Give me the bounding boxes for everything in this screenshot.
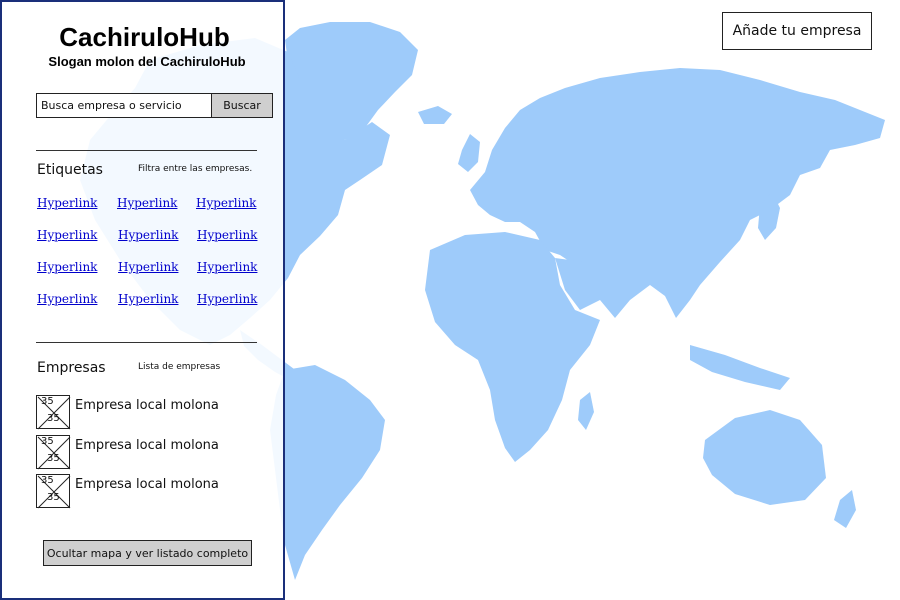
tags-title: Etiquetas <box>37 162 103 178</box>
tag-link[interactable]: Hyperlink <box>37 292 97 306</box>
company-name[interactable]: Empresa local molona <box>75 477 219 492</box>
tag-link[interactable]: Hyperlink <box>117 196 177 210</box>
companies-title: Empresas <box>37 360 106 376</box>
divider-companies <box>36 342 257 343</box>
tag-link[interactable]: Hyperlink <box>196 196 256 210</box>
logo-width-label: 35 <box>41 475 54 486</box>
logo-height-label: 35 <box>47 453 60 464</box>
company-item[interactable]: 35 35 Empresa local molona <box>36 435 276 471</box>
sidebar-panel: CachiruloHub Slogan molon del CachiruloH… <box>0 0 285 600</box>
brand-slogan: Slogan molon del CachiruloHub <box>48 54 246 69</box>
logo-height-label: 35 <box>47 492 60 503</box>
company-logo-placeholder: 35 35 <box>36 474 71 509</box>
map-iceland <box>418 106 452 124</box>
map-south-america <box>270 365 385 580</box>
company-name[interactable]: Empresa local molona <box>75 398 219 413</box>
search-button[interactable]: Buscar <box>211 93 273 118</box>
search-input[interactable] <box>36 93 212 118</box>
map-australia <box>703 410 826 505</box>
company-name[interactable]: Empresa local molona <box>75 438 219 453</box>
tag-link[interactable]: Hyperlink <box>37 260 97 274</box>
tag-link[interactable]: Hyperlink <box>197 260 257 274</box>
tag-link[interactable]: Hyperlink <box>37 228 97 242</box>
tag-link[interactable]: Hyperlink <box>197 292 257 306</box>
add-company-button[interactable]: Añade tu empresa <box>722 12 872 50</box>
hide-map-button[interactable]: Ocultar mapa y ver listado completo <box>43 540 252 566</box>
logo-width-label: 35 <box>41 436 54 447</box>
company-logo-placeholder: 35 35 <box>36 435 71 470</box>
company-item[interactable]: 35 35 Empresa local molona <box>36 395 276 431</box>
tag-link[interactable]: Hyperlink <box>37 196 97 210</box>
map-madagascar <box>578 392 594 430</box>
company-logo-placeholder: 35 35 <box>36 395 71 430</box>
company-item[interactable]: 35 35 Empresa local molona <box>36 474 276 510</box>
tag-link[interactable]: Hyperlink <box>118 260 178 274</box>
brand-title: CachiruloHub <box>59 22 230 52</box>
tags-subtitle: Filtra entre las empresas. <box>138 164 253 174</box>
tag-link[interactable]: Hyperlink <box>197 228 257 242</box>
map-new-zealand <box>834 490 856 528</box>
tag-link[interactable]: Hyperlink <box>118 292 178 306</box>
tag-link[interactable]: Hyperlink <box>118 228 178 242</box>
map-british-isles <box>458 134 480 172</box>
companies-subtitle: Lista de empresas <box>138 362 221 372</box>
logo-width-label: 35 <box>41 396 54 407</box>
logo-height-label: 35 <box>47 413 60 424</box>
divider-tags <box>36 150 257 151</box>
map-se-asia-islands <box>690 345 790 390</box>
